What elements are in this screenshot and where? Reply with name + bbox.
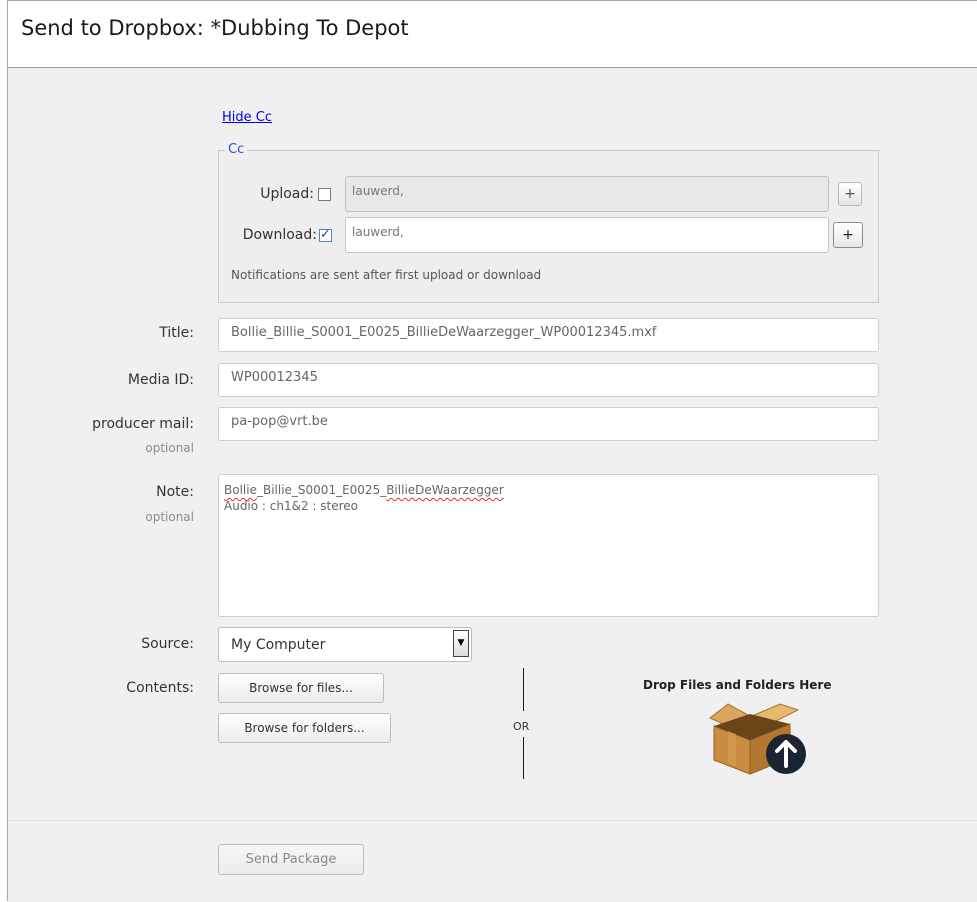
producer-mail-value: pa-pop@vrt.be <box>231 414 328 429</box>
notification-notice: Notifications are sent after first uploa… <box>231 268 542 282</box>
download-cc-input[interactable]: lauwerd, <box>345 217 829 253</box>
upload-add-button[interactable]: + <box>838 182 862 206</box>
cc-legend: Cc <box>225 142 248 157</box>
note-line-1: Bollie_Billie_S0001_E0025_BillieDeWaarze… <box>224 482 504 498</box>
contents-label: Contents: <box>126 680 194 696</box>
note-word-plain: _Billie_S0001_E0025_ <box>256 483 387 497</box>
media-id-label: Media ID: <box>127 372 194 388</box>
download-add-button[interactable]: + <box>833 222 863 248</box>
title-bar: Send to Dropbox: *Dubbing To Depot <box>8 1 977 68</box>
note-line-2: Audio : ch1&2 : stereo <box>224 499 359 513</box>
dropdown-arrow-icon[interactable]: ▼ <box>453 630 469 657</box>
dialog-content: Hide Cc Cc Upload: lauwerd, + Download: … <box>8 68 977 902</box>
download-cc-value: lauwerd, <box>352 225 404 239</box>
media-id-input[interactable]: WP00012345 <box>218 363 879 397</box>
title-value: Bollie_Billie_S0001_E0025_BillieDeWaarze… <box>231 325 657 340</box>
download-label: Download: <box>242 227 317 243</box>
cardboard-box-icon <box>709 703 806 775</box>
footer-separator <box>8 820 977 821</box>
browse-files-button[interactable]: Browse for files... <box>218 673 384 703</box>
source-label: Source: <box>141 636 194 652</box>
note-word-misspelled-1: Bollie <box>224 483 257 497</box>
source-selected-value: My Computer <box>231 637 326 653</box>
or-text: OR <box>513 720 530 733</box>
upload-cc-value: lauwerd, <box>352 184 404 198</box>
note-word-misspelled-2: BillieDeWaarzegger <box>386 483 504 497</box>
note-label: Note: <box>156 484 194 500</box>
hide-cc-link[interactable]: Hide Cc <box>222 110 272 125</box>
media-id-value: WP00012345 <box>231 370 318 385</box>
upload-checkbox[interactable] <box>318 188 331 201</box>
title-input[interactable]: Bollie_Billie_S0001_E0025_BillieDeWaarze… <box>218 318 879 352</box>
producer-mail-input[interactable]: pa-pop@vrt.be <box>218 407 879 441</box>
source-select[interactable]: My Computer ▼ <box>218 627 472 662</box>
title-label: Title: <box>159 325 194 341</box>
download-checkbox[interactable]: ✓ <box>319 227 332 242</box>
upload-cc-input[interactable]: lauwerd, <box>345 176 829 212</box>
dialog-window: Send to Dropbox: *Dubbing To Depot Hide … <box>7 0 977 902</box>
producer-mail-optional: optional <box>145 441 194 455</box>
or-divider-bottom <box>523 737 524 779</box>
cc-fieldset: Cc Upload: lauwerd, + Download: ✓ lauwer… <box>218 142 879 303</box>
dialog-title: Send to Dropbox: *Dubbing To Depot <box>21 16 409 40</box>
producer-mail-label: producer mail: <box>92 416 194 432</box>
note-text: Bollie_Billie_S0001_E0025_BillieDeWaarze… <box>224 482 504 514</box>
drop-zone-title: Drop Files and Folders Here <box>643 678 832 692</box>
drop-zone[interactable] <box>698 696 818 776</box>
note-optional: optional <box>145 510 194 524</box>
or-divider-top <box>523 668 524 711</box>
checkmark-icon: ✓ <box>320 227 331 242</box>
send-package-button[interactable]: Send Package <box>218 844 364 875</box>
upload-label: Upload: <box>260 186 314 202</box>
browse-folders-button[interactable]: Browse for folders... <box>218 713 391 743</box>
